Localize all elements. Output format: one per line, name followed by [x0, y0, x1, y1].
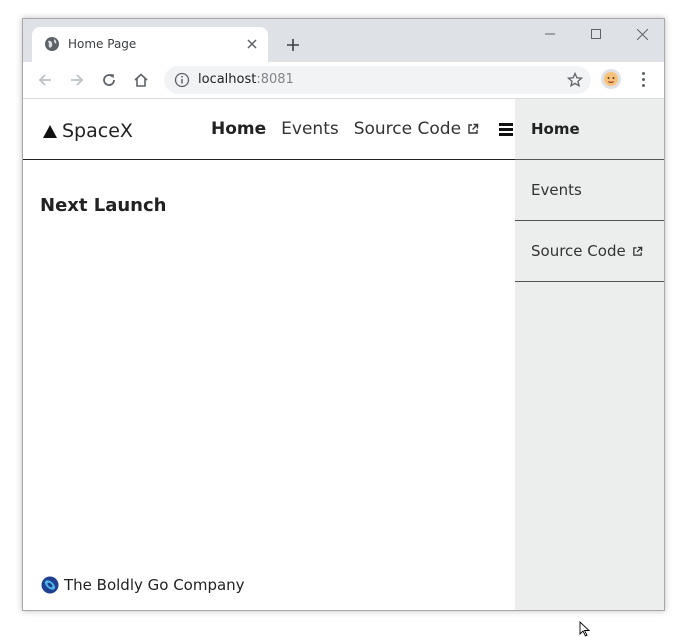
footer-company-name: The Boldly Go Company — [64, 576, 245, 594]
nav-source-code-link[interactable]: Source Code — [354, 119, 479, 139]
external-link-icon — [468, 123, 479, 134]
back-button[interactable] — [32, 67, 58, 93]
url-text[interactable]: localhost:8081 — [198, 72, 294, 87]
footer: The Boldly Go Company — [41, 576, 245, 594]
nav-home-link[interactable]: Home — [211, 119, 266, 139]
reload-button[interactable] — [96, 67, 122, 93]
close-tab-icon[interactable] — [244, 36, 260, 52]
forward-arrow-icon — [71, 74, 84, 86]
globe-icon — [45, 37, 59, 51]
close-window-button[interactable] — [619, 25, 664, 43]
forward-button[interactable] — [64, 67, 90, 93]
browser-tab[interactable]: Home Page — [32, 27, 268, 62]
brand-name: SpaceX — [62, 120, 133, 142]
page-viewport: SpaceX Home Events Source Code Next Laun… — [23, 99, 664, 610]
hamburger-menu-icon[interactable] — [499, 122, 514, 136]
extension-avatar-icon[interactable] — [601, 69, 621, 89]
reload-icon — [103, 74, 115, 86]
external-link-icon — [632, 246, 642, 256]
bookmark-star-icon[interactable] — [567, 72, 583, 88]
new-tab-button[interactable] — [281, 33, 305, 57]
home-button[interactable] — [128, 67, 154, 93]
page-title: Next Launch — [40, 195, 167, 216]
home-icon — [134, 73, 148, 87]
sidebar-item-source-code[interactable]: Source Code — [515, 221, 664, 282]
address-bar[interactable]: localhost:8081 — [164, 66, 591, 94]
sidebar-menu: Home Events Source Code — [515, 99, 664, 610]
minimize-button[interactable] — [527, 25, 573, 43]
browser-menu-icon[interactable] — [635, 68, 651, 90]
back-arrow-icon — [38, 74, 51, 86]
sidebar-item-home[interactable]: Home — [515, 99, 664, 160]
company-logo-icon — [41, 576, 59, 594]
info-icon[interactable] — [174, 72, 190, 88]
top-nav: Home Events Source Code — [211, 119, 514, 139]
maximize-button[interactable] — [573, 25, 619, 43]
browser-window: Home Page localhost:8081 SpaceX Home Eve… — [22, 18, 665, 611]
triangle-logo-icon — [43, 125, 57, 138]
tab-strip: Home Page — [23, 19, 664, 62]
sidebar-item-events[interactable]: Events — [515, 160, 664, 221]
tab-title: Home Page — [68, 37, 137, 51]
nav-events-link[interactable]: Events — [281, 119, 339, 139]
site-header: SpaceX Home Events Source Code — [23, 99, 515, 160]
browser-toolbar: localhost:8081 — [23, 62, 664, 99]
brand-link[interactable]: SpaceX — [42, 120, 133, 142]
